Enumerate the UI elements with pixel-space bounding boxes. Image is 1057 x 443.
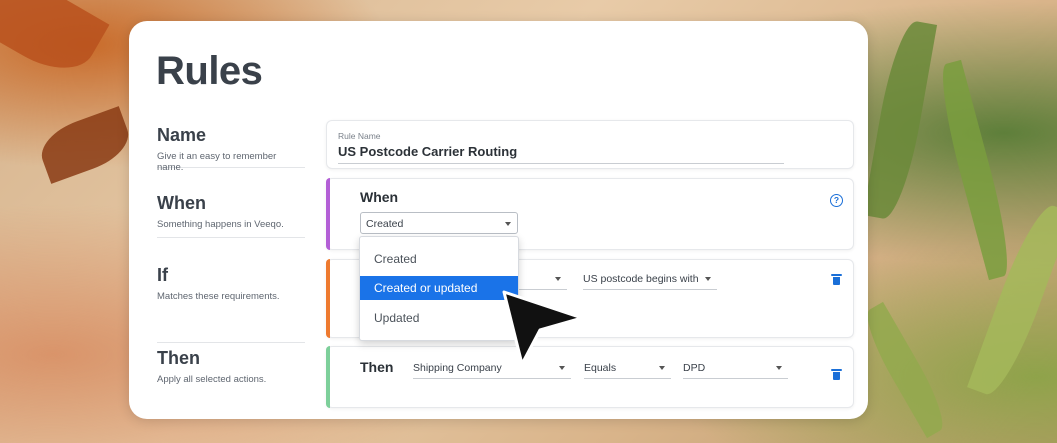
delete-action-trash-icon[interactable] — [831, 369, 842, 380]
then-value-value: DPD — [683, 362, 706, 374]
page-title: Rules — [156, 49, 263, 93]
section-name-subtitle: Give it an easy to remember name. — [157, 151, 277, 173]
rule-name-panel: Rule Name US Postcode Carrier Routing — [326, 120, 854, 169]
chevron-down-icon — [555, 277, 561, 281]
section-if-title: If — [157, 265, 168, 285]
then-operator-select[interactable]: Equals — [584, 357, 671, 379]
delete-condition-trash-icon[interactable] — [831, 274, 842, 285]
question-circle-icon[interactable]: ? — [830, 194, 843, 207]
when-trigger-dropdown: Created Created or updated Updated — [359, 236, 519, 341]
section-if-subtitle: Matches these requirements. — [157, 291, 280, 302]
if-condition-select[interactable]: US postcode begins with — [583, 268, 717, 290]
then-action-value: Shipping Company — [413, 362, 502, 374]
section-when: When Something happens in Veeqo. — [157, 193, 305, 238]
chevron-down-icon — [776, 366, 782, 370]
dropdown-option-created-or-updated[interactable]: Created or updated — [360, 276, 518, 300]
when-label: When — [360, 189, 399, 205]
chevron-down-icon — [505, 222, 511, 226]
when-trigger-value: Created — [366, 218, 404, 230]
then-label: Then — [360, 359, 394, 375]
if-field-select[interactable] — [517, 268, 567, 290]
then-value-select[interactable]: DPD — [683, 357, 788, 379]
if-condition-value: US postcode begins with — [583, 273, 699, 285]
section-name-title: Name — [157, 125, 207, 145]
section-if: If Matches these requirements. — [157, 265, 305, 319]
rules-card: Rules Name Give it an easy to remember n… — [129, 21, 868, 419]
section-then-subtitle: Apply all selected actions. — [157, 374, 267, 385]
when-trigger-select[interactable]: Created — [360, 212, 518, 234]
chevron-down-icon — [659, 366, 665, 370]
section-then: Then Apply all selected actions. — [157, 342, 305, 394]
mouse-cursor-icon — [502, 290, 584, 366]
section-when-title: When — [157, 193, 206, 213]
section-when-subtitle: Something happens in Veeqo. — [157, 219, 284, 230]
chevron-down-icon — [705, 277, 711, 281]
rule-name-label: Rule Name — [338, 131, 381, 141]
dropdown-option-updated[interactable]: Updated — [360, 306, 518, 330]
then-panel: Then Shipping Company Equals DPD — [326, 346, 854, 408]
section-name: Name Give it an easy to remember name. — [157, 125, 305, 173]
rule-name-input[interactable]: US Postcode Carrier Routing — [338, 144, 784, 164]
section-then-title: Then — [157, 348, 200, 368]
dropdown-option-created[interactable]: Created — [360, 247, 518, 271]
